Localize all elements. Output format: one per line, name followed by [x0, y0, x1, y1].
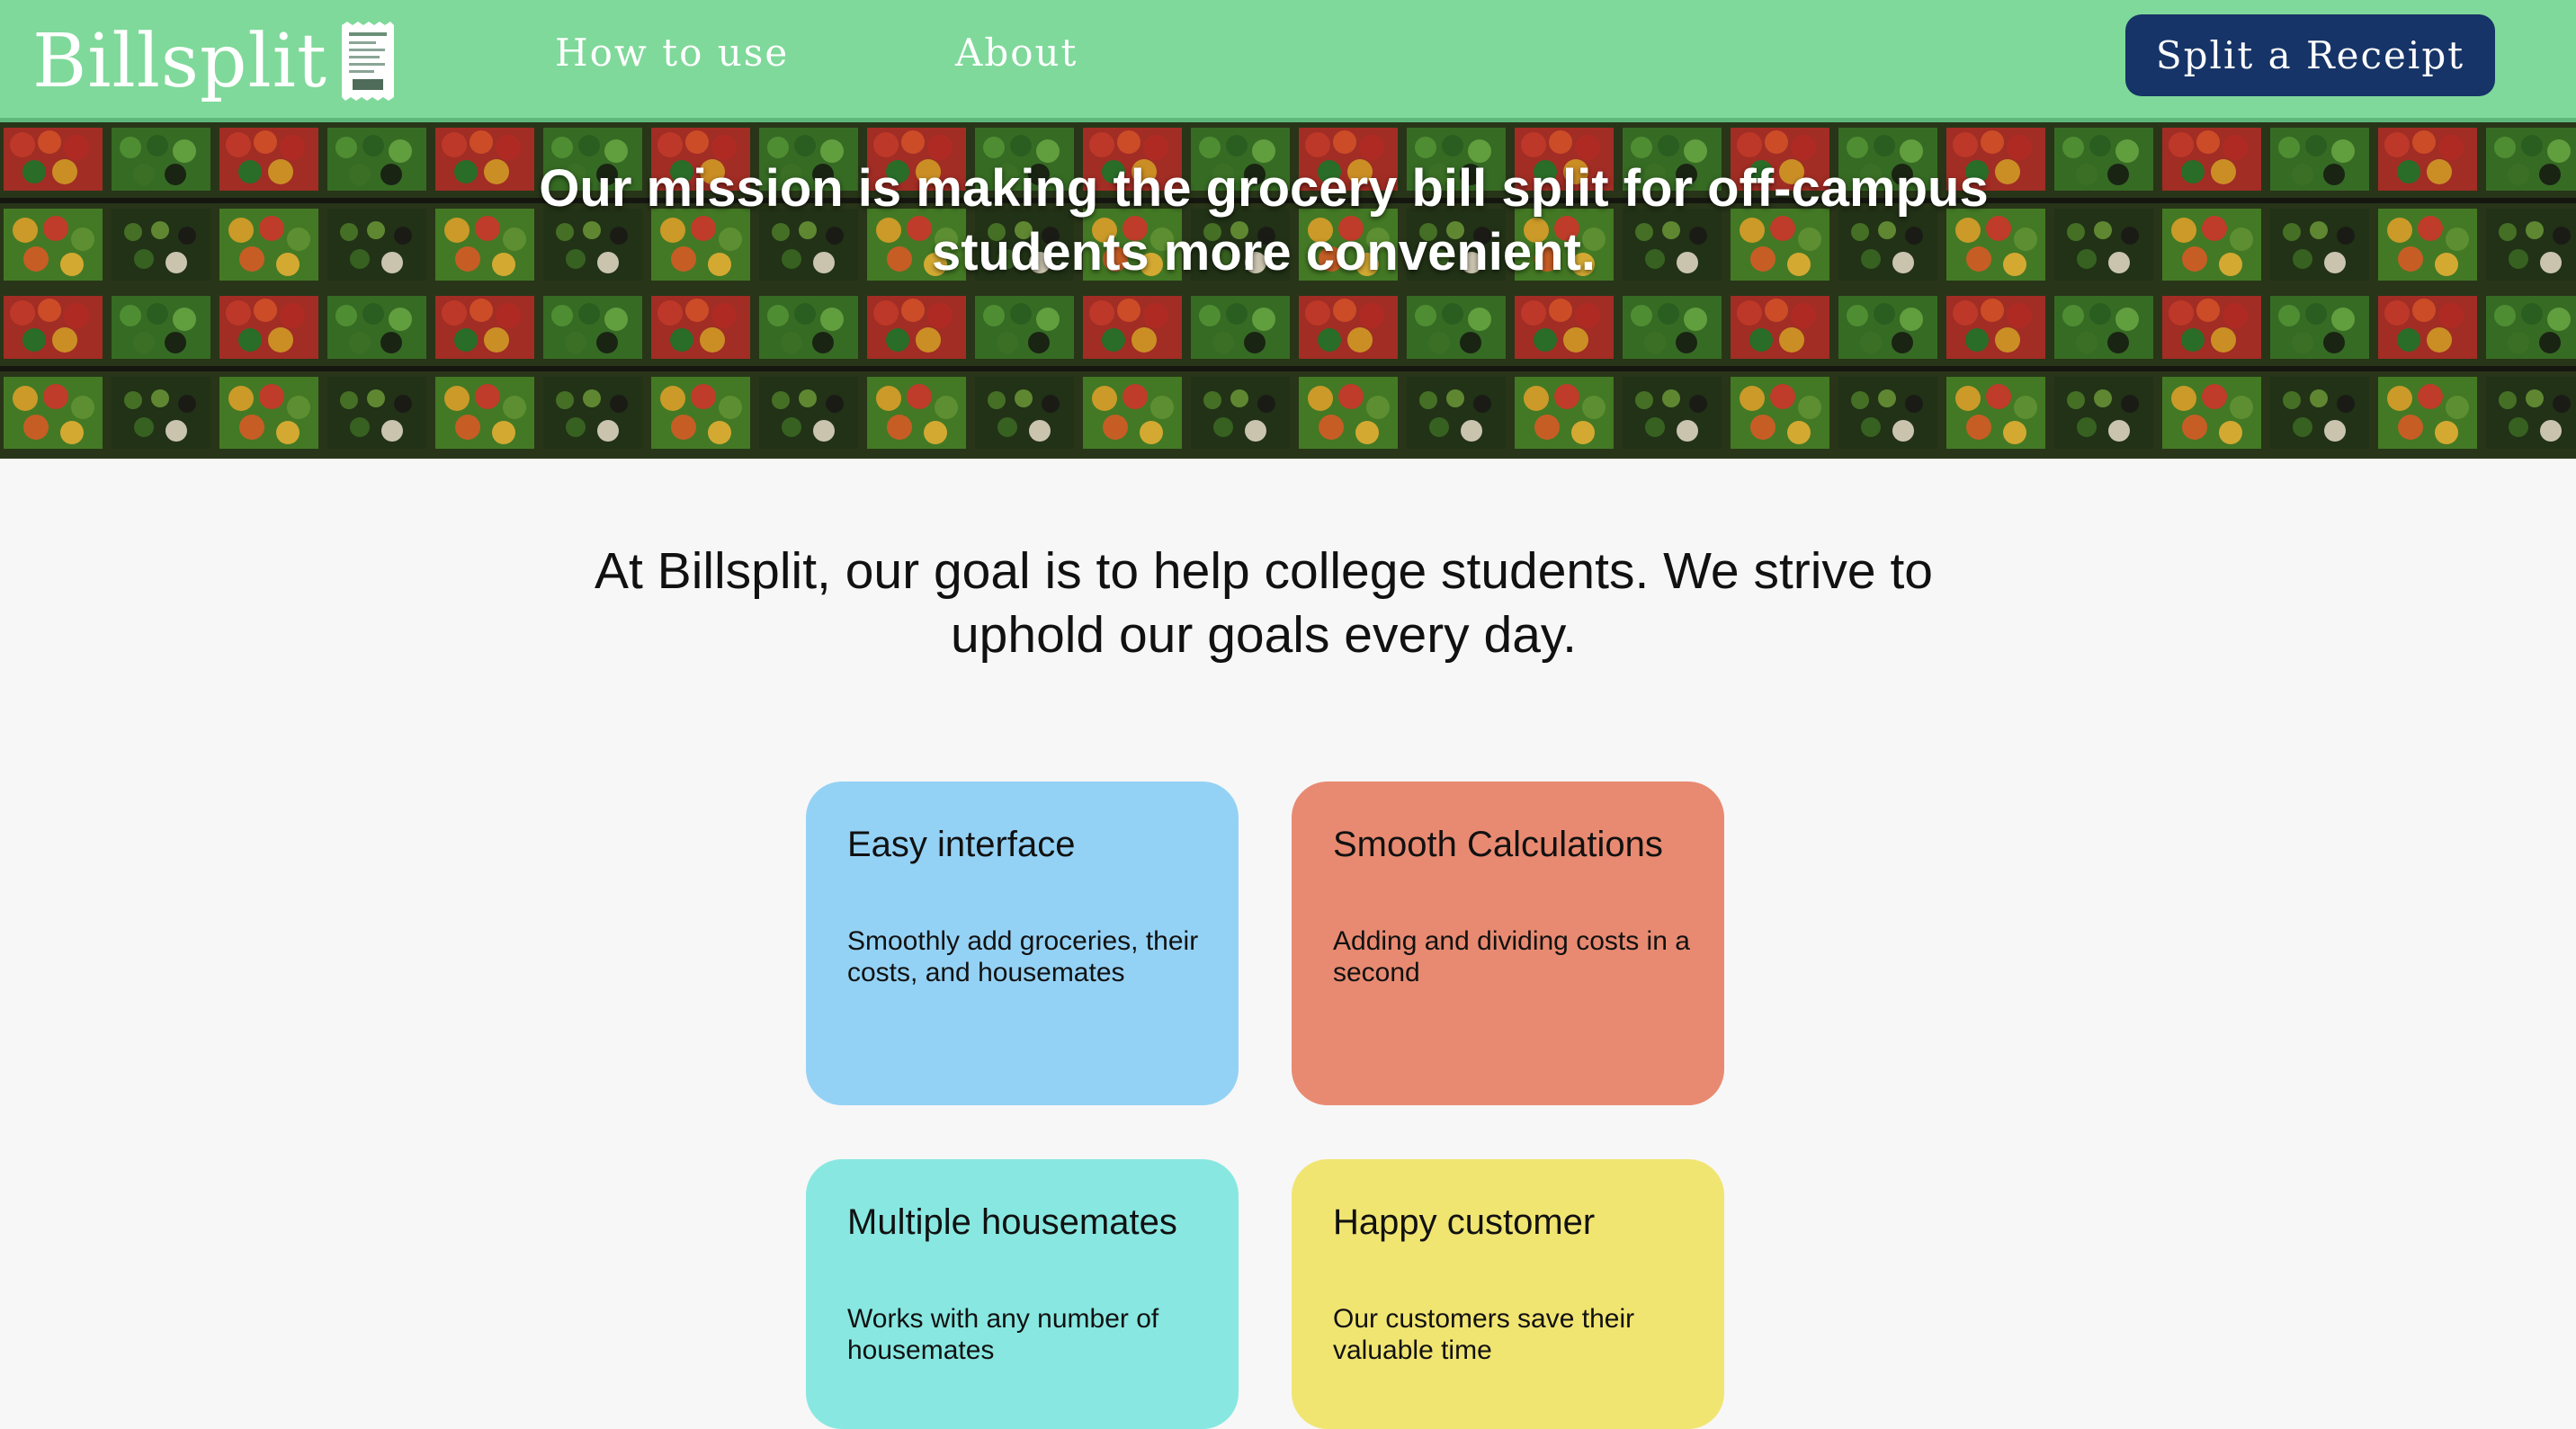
receipt-icon — [341, 22, 394, 101]
feature-card-description: Adding and dividing costs in a second — [1333, 926, 1690, 987]
feature-card-title: Easy interface — [847, 825, 1076, 864]
top-navbar: Billsplit How to use About Split a Recei… — [0, 0, 2576, 122]
feature-card-description: Works with any number of housemates — [847, 1304, 1159, 1365]
feature-card-description: Smoothly add groceries, their costs, and… — [847, 926, 1199, 987]
feature-card-smooth-calculations: Smooth Calculations Adding and dividing … — [1292, 781, 1724, 1105]
feature-card-title: Smooth Calculations — [1333, 825, 1663, 864]
hero-mission-statement: Our mission is making the grocery bill s… — [539, 159, 1989, 281]
feature-card-title: Happy customer — [1333, 1202, 1596, 1242]
nav-link-how-to-use[interactable]: How to use — [555, 31, 789, 75]
intro-statement: At Billsplit, our goal is to help colleg… — [594, 542, 1933, 664]
brand-logo-link[interactable]: Billsplit — [32, 16, 396, 106]
feature-card-easy-interface: Easy interface Smoothly add groceries, t… — [806, 781, 1239, 1105]
feature-card-title: Multiple housemates — [847, 1202, 1177, 1242]
feature-card-happy-customer: Happy customer Our customers save their … — [1292, 1159, 1724, 1429]
nav-link-about[interactable]: About — [955, 31, 1078, 75]
feature-card-multiple-housemates: Multiple housemates Works with any numbe… — [806, 1159, 1239, 1429]
hero-banner: Our mission is making the grocery bill s… — [0, 122, 2576, 459]
brand-name: Billsplit — [32, 18, 327, 104]
feature-card-description: Our customers save their valuable time — [1333, 1304, 1635, 1365]
split-receipt-button[interactable]: Split a Receipt — [2125, 14, 2495, 96]
